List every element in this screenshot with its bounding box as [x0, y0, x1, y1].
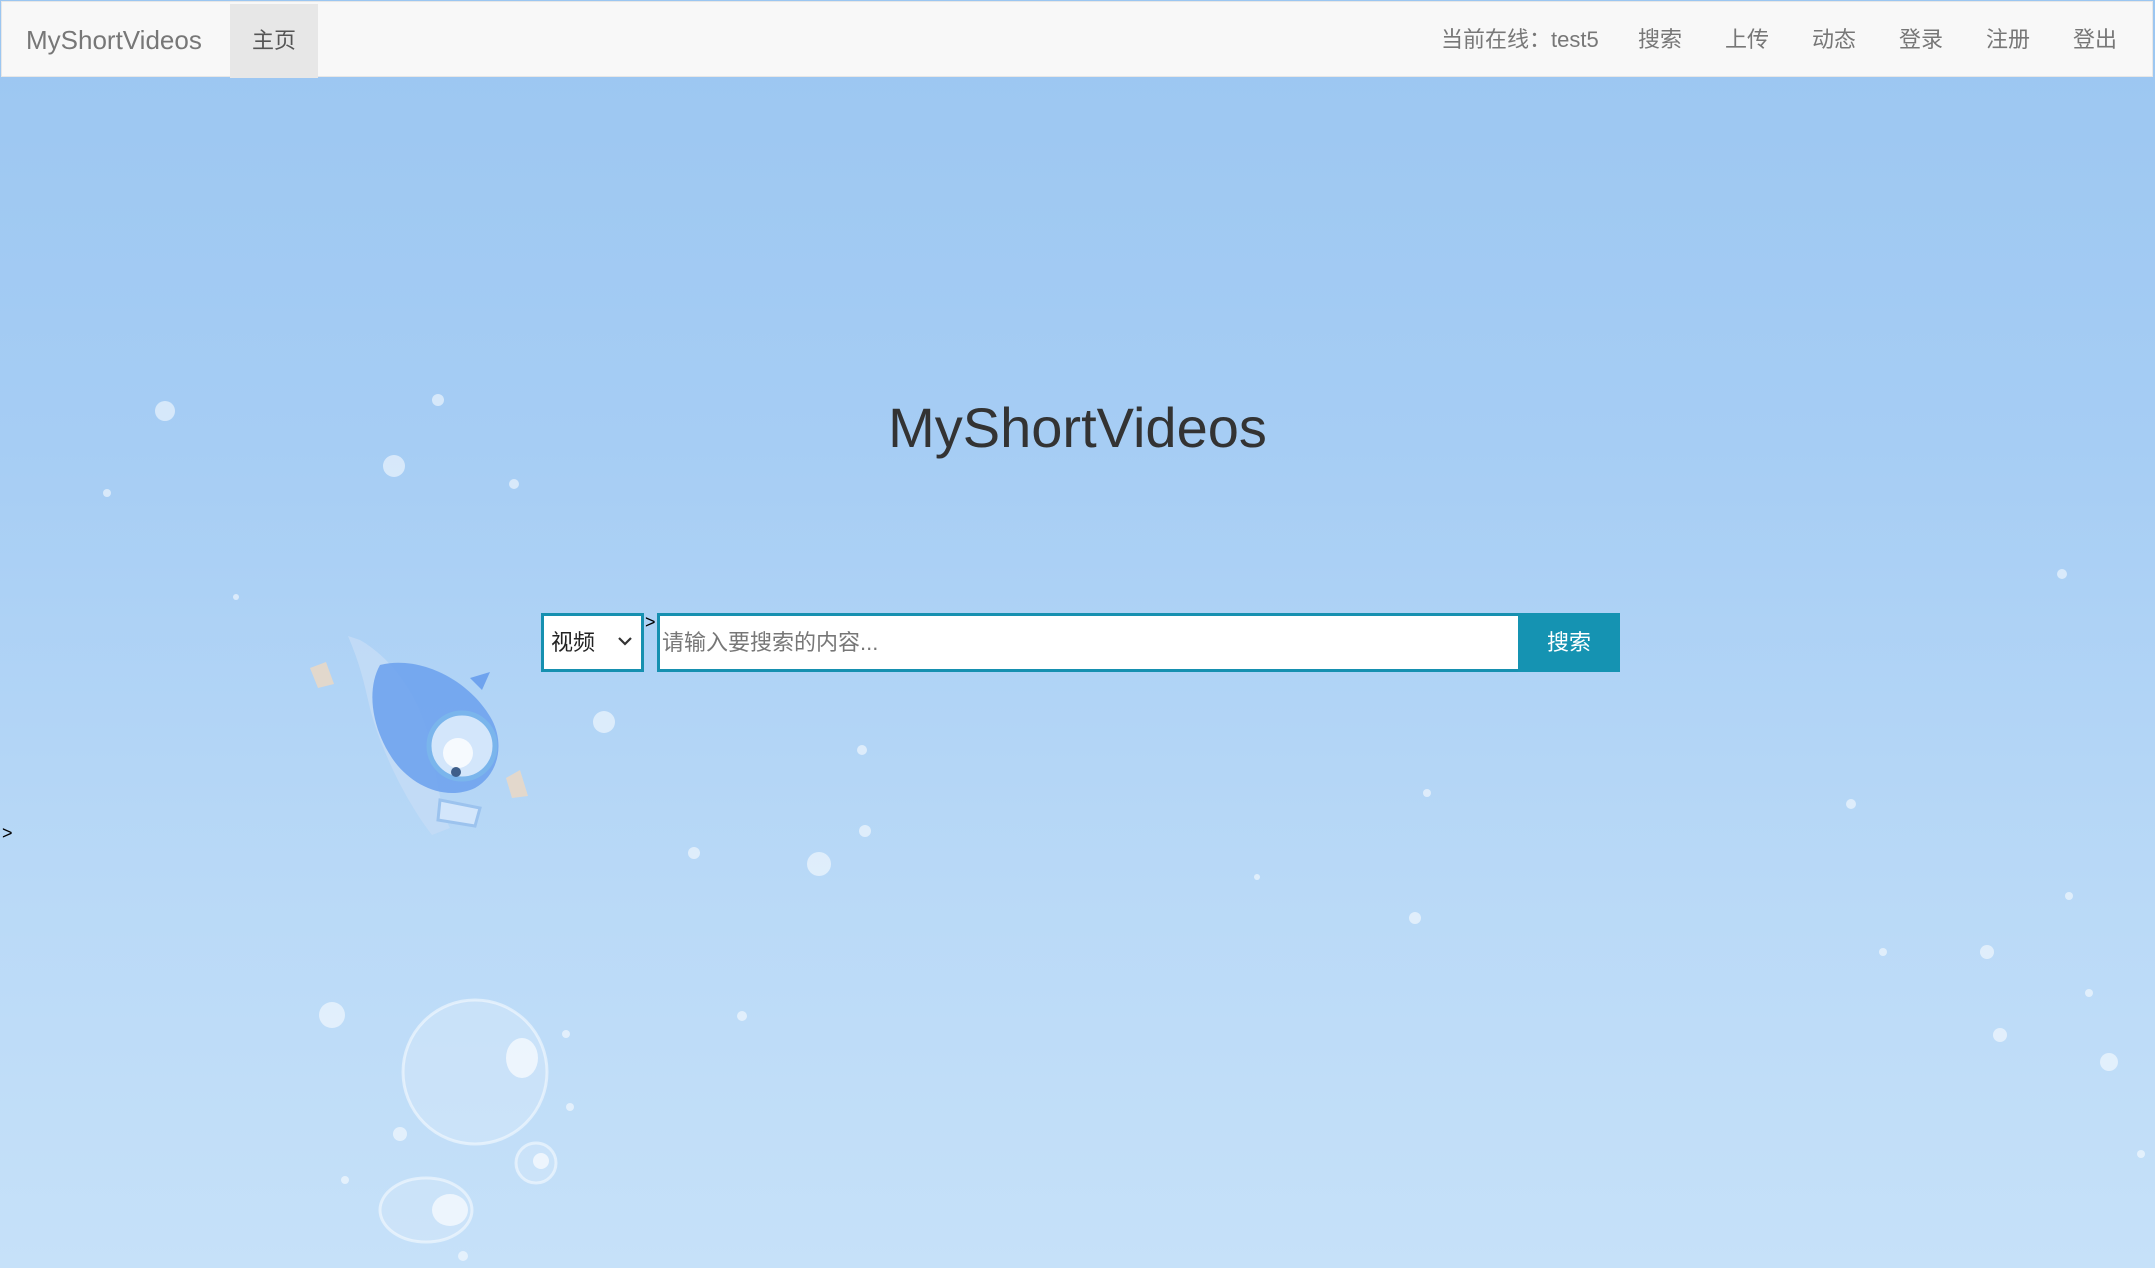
- nav-upload-link[interactable]: 上传: [1725, 2, 1769, 78]
- navbar-brand-link[interactable]: MyShortVideos: [26, 2, 202, 78]
- stray-text-mark-left: >: [2, 823, 13, 843]
- nav-feed-link[interactable]: 动态: [1812, 2, 1856, 78]
- nav-login-link[interactable]: 登录: [1899, 2, 1943, 78]
- online-user-status: 当前在线：test5: [1441, 27, 1599, 52]
- page-title: MyShortVideos: [888, 396, 1267, 459]
- nav-register-link[interactable]: 注册: [1986, 2, 2030, 78]
- search-type-selected-value: 视频: [551, 630, 596, 655]
- chevron-down-icon: [617, 616, 633, 690]
- search-button[interactable]: 搜索: [1518, 613, 1620, 672]
- stray-text-mark: >: [645, 612, 656, 632]
- top-navbar: MyShortVideos 主页 当前在线：test5 搜索 上传 动态 登录 …: [1, 1, 2153, 78]
- search-type-select[interactable]: 视频: [541, 613, 644, 672]
- nav-home-link[interactable]: 主页: [230, 4, 318, 78]
- nav-search-link[interactable]: 搜索: [1638, 2, 1682, 78]
- search-input[interactable]: [657, 613, 1519, 672]
- nav-logout-link[interactable]: 登出: [2073, 2, 2117, 78]
